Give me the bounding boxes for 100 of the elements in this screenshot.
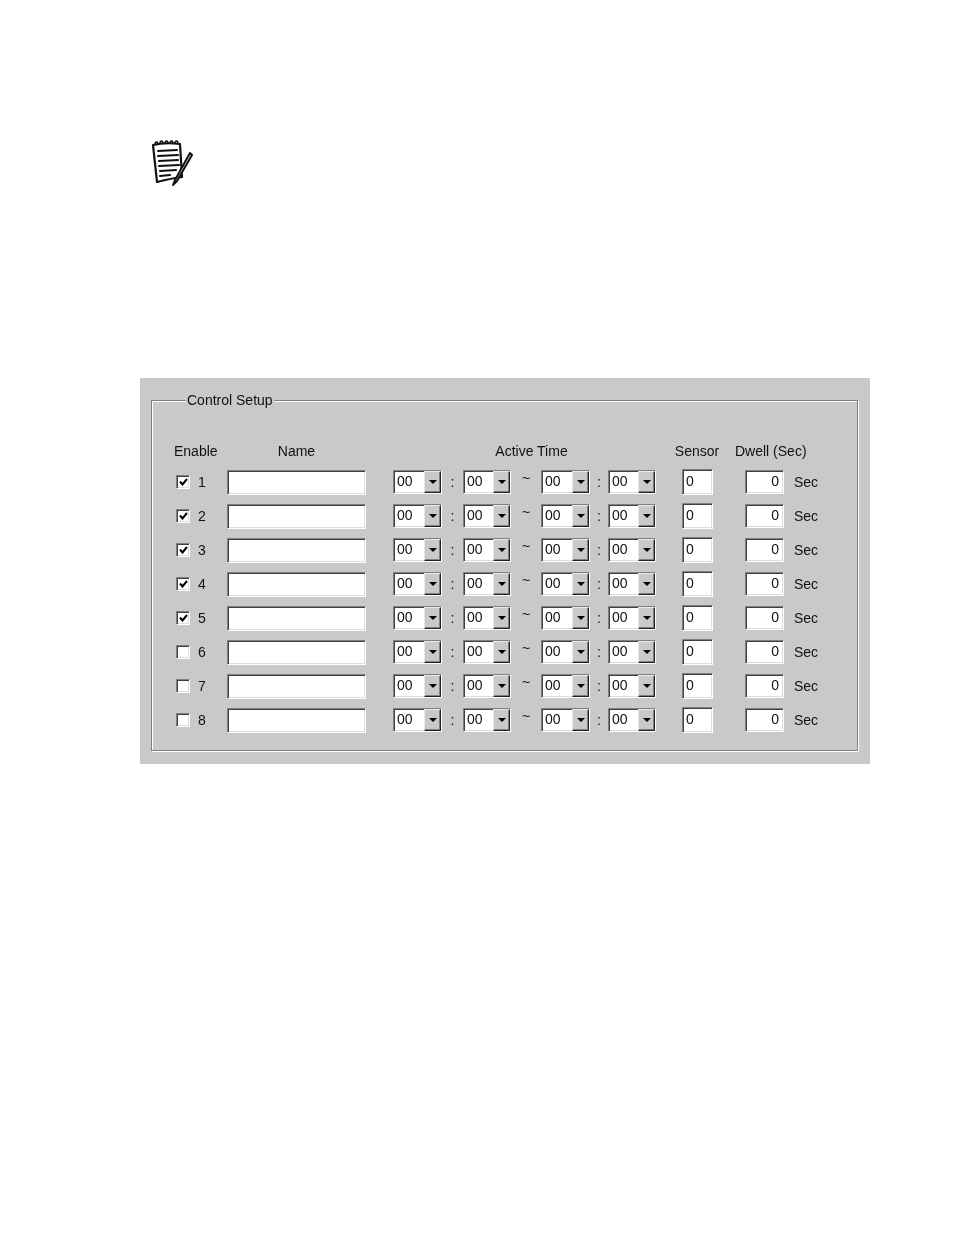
time-dropdown[interactable]: 00 <box>541 504 590 528</box>
sensor-input-field[interactable]: 0 <box>682 503 713 529</box>
dropdown-button[interactable] <box>424 539 441 561</box>
dwell-input-field[interactable]: 0 <box>745 470 784 494</box>
name-input-field[interactable] <box>227 537 366 563</box>
dwell-input-field[interactable]: 0 <box>745 708 784 732</box>
dwell-input-field[interactable]: 0 <box>745 674 784 698</box>
time-dropdown[interactable]: 00 <box>608 470 656 494</box>
time-dropdown[interactable]: 00 <box>541 538 590 562</box>
sensor-input-field[interactable]: 0 <box>682 469 713 495</box>
dropdown-button[interactable] <box>424 607 441 629</box>
time-dropdown[interactable]: 00 <box>463 640 511 664</box>
dropdown-button[interactable] <box>424 641 441 663</box>
time-dropdown[interactable]: 00 <box>608 708 656 732</box>
name-input-field[interactable] <box>227 673 366 699</box>
dropdown-button[interactable] <box>638 675 655 697</box>
dropdown-button[interactable] <box>493 709 510 731</box>
time-dropdown[interactable]: 00 <box>608 504 656 528</box>
checkbox[interactable] <box>176 577 190 591</box>
sensor-input-field[interactable]: 0 <box>682 707 713 733</box>
time-dropdown[interactable]: 00 <box>608 674 656 698</box>
dwell-input-field[interactable]: 0 <box>745 640 784 664</box>
checkbox[interactable] <box>176 509 190 523</box>
dropdown-button[interactable] <box>572 539 589 561</box>
time-dropdown[interactable]: 00 <box>541 572 590 596</box>
dwell-input-field[interactable]: 0 <box>745 504 784 528</box>
time-dropdown[interactable]: 00 <box>393 640 442 664</box>
dropdown-button[interactable] <box>638 573 655 595</box>
sensor-input-field[interactable]: 0 <box>682 639 713 665</box>
dropdown-button[interactable] <box>493 607 510 629</box>
checkbox[interactable] <box>176 679 190 693</box>
time-dropdown[interactable]: 00 <box>393 538 442 562</box>
dropdown-button[interactable] <box>493 573 510 595</box>
checkbox[interactable] <box>176 645 190 659</box>
dropdown-button[interactable] <box>493 675 510 697</box>
dropdown-button[interactable] <box>572 607 589 629</box>
sensor-input-field[interactable]: 0 <box>682 605 713 631</box>
dropdown-button[interactable] <box>638 709 655 731</box>
time-dropdown[interactable]: 00 <box>393 708 442 732</box>
dropdown-button[interactable] <box>638 641 655 663</box>
dropdown-button[interactable] <box>424 505 441 527</box>
caret-icon <box>428 514 437 518</box>
sensor-input-field[interactable]: 0 <box>682 537 713 563</box>
checkbox[interactable] <box>176 475 190 489</box>
time-dropdown[interactable]: 00 <box>393 572 442 596</box>
time-dropdown[interactable]: 00 <box>463 606 511 630</box>
dwell-input-field[interactable]: 0 <box>745 606 784 630</box>
checkbox[interactable] <box>176 611 190 625</box>
name-input-field[interactable] <box>227 707 366 733</box>
time-dropdown[interactable]: 00 <box>608 572 656 596</box>
dropdown-button[interactable] <box>424 573 441 595</box>
active-time-column-header: Active Time <box>494 441 569 461</box>
time-dropdown[interactable]: 00 <box>541 606 590 630</box>
dropdown-button[interactable] <box>572 573 589 595</box>
dropdown-button[interactable] <box>572 471 589 493</box>
dropdown-button[interactable] <box>424 709 441 731</box>
checkbox[interactable] <box>176 713 190 727</box>
time-dropdown[interactable]: 00 <box>393 674 442 698</box>
dropdown-button[interactable] <box>424 471 441 493</box>
time-dropdown[interactable]: 00 <box>541 470 590 494</box>
dropdown-button[interactable] <box>572 641 589 663</box>
time-dropdown[interactable]: 00 <box>393 504 442 528</box>
dropdown-button[interactable] <box>638 607 655 629</box>
name-input-field[interactable] <box>227 571 366 597</box>
time-dropdown[interactable]: 00 <box>463 538 511 562</box>
time-dropdown[interactable]: 00 <box>463 572 511 596</box>
time-dropdown[interactable]: 00 <box>463 674 511 698</box>
time-dropdown[interactable]: 00 <box>463 470 511 494</box>
dropdown-button[interactable] <box>638 505 655 527</box>
dropdown-button[interactable] <box>638 539 655 561</box>
name-input-field[interactable] <box>227 503 366 529</box>
sensor-input-field[interactable]: 0 <box>682 673 713 699</box>
dropdown-button[interactable] <box>493 471 510 493</box>
dropdown-button[interactable] <box>493 505 510 527</box>
dropdown-button[interactable] <box>638 471 655 493</box>
dropdown-button[interactable] <box>493 641 510 663</box>
time-dropdown[interactable]: 00 <box>463 504 511 528</box>
dropdown-button[interactable] <box>572 505 589 527</box>
time-dropdown[interactable]: 00 <box>541 708 590 732</box>
time-dropdown[interactable]: 00 <box>393 470 442 494</box>
name-input-field[interactable] <box>227 639 366 665</box>
dwell-input-field[interactable]: 0 <box>745 572 784 596</box>
time-separator: : <box>449 472 456 492</box>
checkbox[interactable] <box>176 543 190 557</box>
dropdown-button[interactable] <box>424 675 441 697</box>
name-input-field[interactable] <box>227 469 366 495</box>
dropdown-button[interactable] <box>572 709 589 731</box>
dropdown-button[interactable] <box>572 675 589 697</box>
dropdown-button[interactable] <box>493 539 510 561</box>
sensor-input-field[interactable]: 0 <box>682 571 713 597</box>
time-dropdown[interactable]: 00 <box>608 538 656 562</box>
name-input-field[interactable] <box>227 605 366 631</box>
time-dropdown[interactable]: 00 <box>541 674 590 698</box>
time-dropdown[interactable]: 00 <box>608 640 656 664</box>
dwell-input-field[interactable]: 0 <box>745 538 784 562</box>
time-dropdown[interactable]: 00 <box>541 640 590 664</box>
time-dropdown[interactable]: 00 <box>608 606 656 630</box>
time-dropdown[interactable]: 00 <box>393 606 442 630</box>
time-dropdown[interactable]: 00 <box>463 708 511 732</box>
time-separator: : <box>449 506 456 526</box>
